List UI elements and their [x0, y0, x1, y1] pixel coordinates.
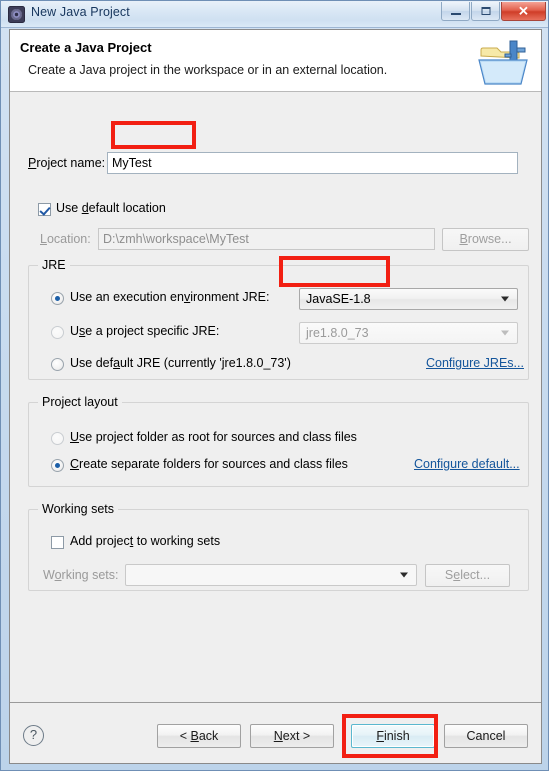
select-working-sets-button[interactable]: Select...	[425, 564, 510, 587]
dialog-window: New Java Project ✕ Create a Java Project…	[0, 0, 549, 771]
back-button[interactable]: < Back	[157, 724, 241, 748]
location-input: D:\zmh\workspace\MyTest	[98, 228, 435, 250]
wizard-header: Create a Java Project Create a Java proj…	[10, 30, 541, 92]
wizard-footer: ? < Back Next > Finish Cancel	[10, 703, 541, 763]
layout-separate-folders-radio[interactable]	[51, 459, 64, 472]
close-button[interactable]: ✕	[501, 2, 546, 21]
help-icon[interactable]: ?	[23, 725, 44, 746]
location-label: Location:	[40, 232, 91, 246]
project-name-input[interactable]: MyTest	[107, 152, 518, 174]
jre-project-specific-value: jre1.8.0_73	[306, 326, 369, 340]
next-button[interactable]: Next >	[250, 724, 334, 748]
java-project-folder-icon	[478, 40, 528, 85]
title-bar: New Java Project ✕	[1, 1, 548, 28]
working-sets-group: Working sets Add project to working sets…	[28, 502, 529, 591]
working-sets-group-title: Working sets	[38, 502, 119, 516]
layout-separate-folders-label: Create separate folders for sources and …	[70, 457, 348, 471]
jre-project-specific-label: Use a project specific JRE:	[70, 324, 220, 338]
eclipse-gear-icon	[8, 6, 25, 23]
configure-jres-link[interactable]: Configure JREs...	[426, 356, 524, 370]
use-default-location-checkbox[interactable]	[38, 203, 51, 216]
page-subtitle: Create a Java project in the workspace o…	[28, 63, 388, 77]
annotation-jre-combo	[279, 256, 390, 287]
jre-execution-environment-radio[interactable]	[51, 292, 64, 305]
browse-button[interactable]: Browse...	[442, 228, 529, 251]
minimize-button[interactable]	[441, 2, 470, 21]
working-sets-label: Working sets:	[43, 568, 119, 582]
project-layout-group-title: Project layout	[38, 395, 122, 409]
dialog-panel: Create a Java Project Create a Java proj…	[9, 29, 542, 764]
add-to-working-sets-label: Add project to working sets	[70, 534, 221, 548]
working-sets-combo	[125, 564, 417, 586]
use-default-location-label: Use default location	[56, 201, 166, 215]
project-layout-group: Project layout Use project folder as roo…	[28, 395, 529, 487]
jre-execution-environment-combo[interactable]: JavaSE-1.8	[299, 288, 518, 310]
window-title: New Java Project	[31, 5, 130, 19]
jre-default-radio[interactable]	[51, 358, 64, 371]
annotation-finish-button	[342, 714, 438, 758]
annotation-project-name	[111, 121, 196, 149]
close-icon: ✕	[518, 3, 529, 19]
jre-project-specific-radio[interactable]	[51, 326, 64, 339]
chevron-down-icon	[501, 330, 509, 336]
cancel-button[interactable]: Cancel	[444, 724, 528, 748]
chevron-down-icon	[400, 572, 408, 578]
configure-default-link[interactable]: Configure default...	[414, 457, 520, 471]
layout-project-folder-radio[interactable]	[51, 432, 64, 445]
jre-project-specific-combo: jre1.8.0_73	[299, 322, 518, 344]
project-name-label: Project name:	[28, 156, 106, 170]
maximize-icon	[481, 7, 490, 15]
jre-group-title: JRE	[38, 258, 70, 272]
maximize-button[interactable]	[471, 2, 500, 21]
page-title: Create a Java Project	[20, 40, 152, 55]
wizard-body: Project name: MyTest Use default locatio…	[10, 93, 541, 702]
layout-project-folder-label: Use project folder as root for sources a…	[70, 430, 357, 444]
jre-default-label: Use default JRE (currently 'jre1.8.0_73'…	[70, 356, 291, 370]
jre-execution-environment-label: Use an execution environment JRE:	[70, 290, 270, 304]
add-to-working-sets-checkbox[interactable]	[51, 536, 64, 549]
chevron-down-icon	[501, 296, 509, 302]
minimize-icon	[450, 13, 461, 16]
jre-execution-environment-value: JavaSE-1.8	[306, 292, 371, 306]
window-controls: ✕	[440, 2, 546, 21]
